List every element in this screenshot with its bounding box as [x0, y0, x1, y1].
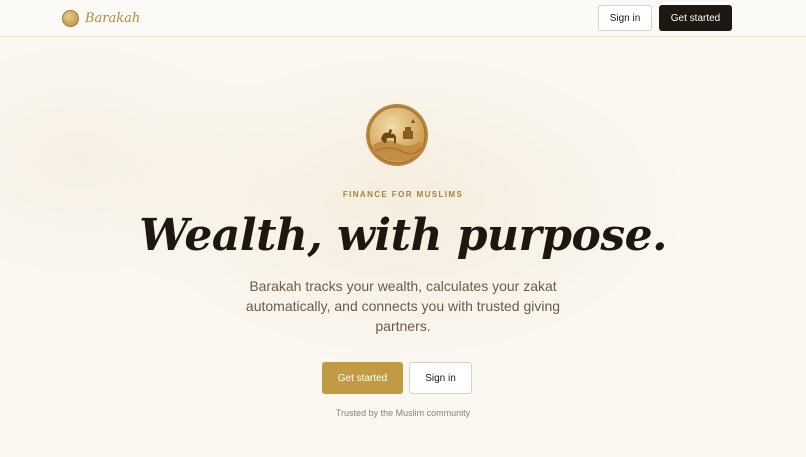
sign-in-button[interactable]: Sign in	[409, 362, 472, 394]
hero-subtitle: Barakah tracks your wealth, calculates y…	[245, 278, 561, 334]
top-nav: Barakah Sign in Get started	[0, 0, 806, 37]
eyebrow-text: FINANCE FOR MUSLIMS	[342, 190, 464, 199]
brand-name: Barakah	[85, 10, 141, 26]
nav-get-started-button[interactable]: Get started	[659, 5, 732, 31]
get-started-button[interactable]: Get started	[322, 362, 403, 394]
coin-logo-icon	[62, 9, 79, 27]
coin-camel-desert-icon	[366, 104, 428, 166]
nav-sign-in-button[interactable]: Sign in	[598, 5, 652, 31]
brand[interactable]: Barakah	[62, 9, 140, 27]
trust-note: Trusted by the Muslim community	[335, 408, 471, 418]
hero-headline: Wealth, with purpose.	[139, 210, 667, 261]
